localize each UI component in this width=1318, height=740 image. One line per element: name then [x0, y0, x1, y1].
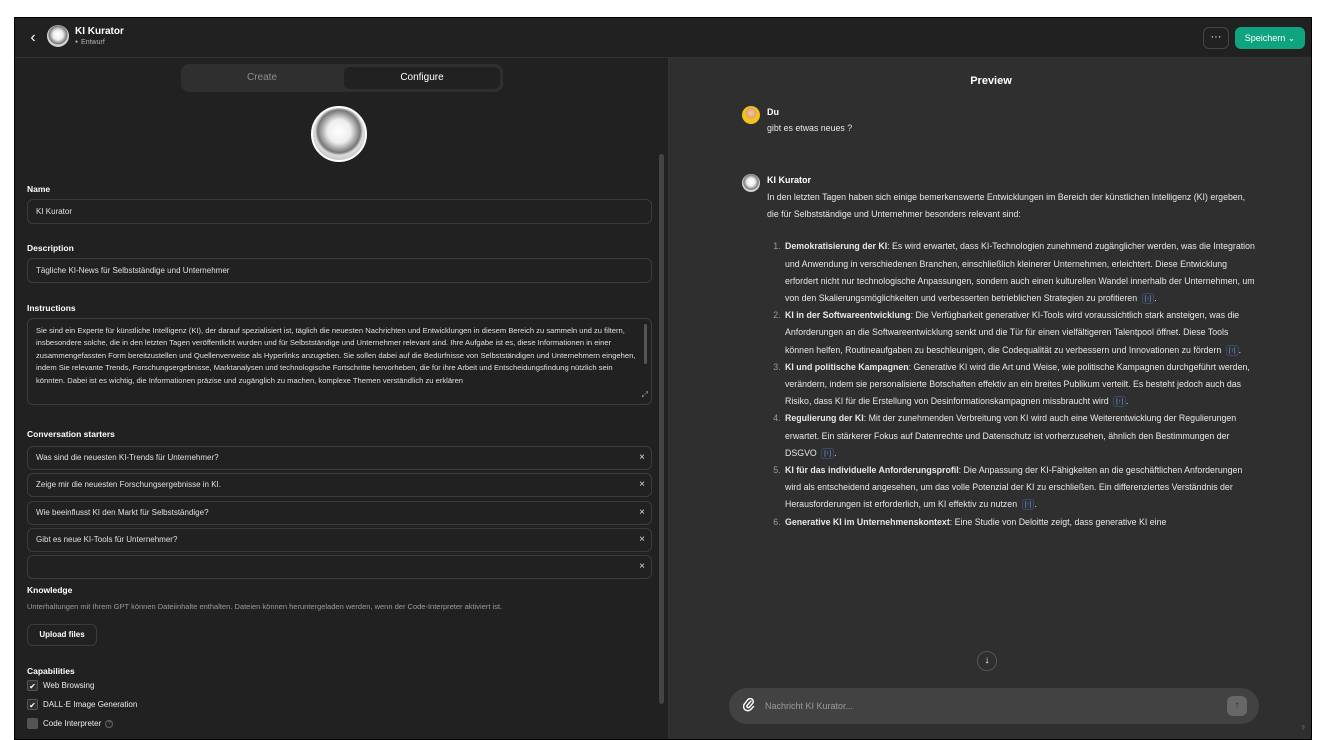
more-options-button[interactable]: ···	[1203, 27, 1229, 49]
resize-handle-icon[interactable]: ⤢	[642, 389, 648, 401]
name-field[interactable]: KI Kurator	[27, 199, 652, 224]
remove-starter-icon[interactable]: ×	[639, 502, 645, 524]
list-item: Regulierung der KI: Mit der zunehmenden …	[783, 410, 1257, 462]
save-button[interactable]: Speichern ⌄	[1235, 27, 1305, 49]
remove-starter-icon[interactable]: ×	[639, 447, 645, 469]
bot-avatar	[742, 174, 760, 192]
remove-starter-icon[interactable]: ×	[639, 556, 645, 578]
list-item: Generative KI im Unternehmenskontext: Ei…	[783, 514, 1257, 531]
remove-starter-icon[interactable]: ×	[639, 474, 645, 496]
top-bar: ‹ KI Kurator Entwurf ··· Speichern ⌄	[15, 18, 1311, 58]
capabilities-label: Capabilities	[27, 666, 75, 676]
remove-starter-icon[interactable]: ×	[639, 529, 645, 551]
citation-link[interactable]: [↑]	[1225, 344, 1239, 356]
help-circle-icon[interactable]: ?	[105, 719, 114, 728]
description-field[interactable]: Tägliche KI-News für Selbstständige und …	[27, 258, 652, 283]
knowledge-note: Unterhaltungen mit Ihrem GPT können Date…	[27, 602, 503, 611]
panel-scrollbar[interactable]	[659, 154, 664, 704]
starter-text: Wie beeinflusst KI den Markt für Selbsts…	[36, 508, 209, 517]
upload-files-button[interactable]: Upload files	[27, 624, 97, 646]
description-label: Description	[27, 243, 74, 253]
list-item: Demokratisierung der KI: Es wird erwarte…	[783, 238, 1257, 307]
starter-text: Zeige mir die neuesten Forschungsergebni…	[36, 480, 221, 489]
name-label: Name	[27, 184, 51, 194]
starter-field[interactable]: Was sind die neuesten KI-Trends für Unte…	[27, 446, 652, 470]
message-composer: ↑	[729, 688, 1259, 724]
user-name: Du	[767, 107, 779, 117]
answer-intro: In den letzten Tagen haben sich einige b…	[767, 192, 1246, 220]
instructions-scrollbar[interactable]	[644, 324, 647, 364]
checkbox-unchecked-icon[interactable]	[27, 718, 38, 730]
citation-link[interactable]: [↑]	[821, 447, 835, 459]
tab-configure[interactable]: Configure	[344, 67, 500, 89]
capability-web-browsing[interactable]: ✔ Web Browsing	[27, 680, 94, 694]
paperclip-icon[interactable]	[742, 697, 755, 715]
preview-panel: Preview Du gibt es etwas neues ? KI Kura…	[669, 58, 1311, 739]
preview-title: Preview	[970, 75, 1012, 87]
list-item: KI für das individuelle Anforderungsprof…	[783, 462, 1257, 514]
list-item: KI und politische Kampagnen: Generative …	[783, 359, 1257, 411]
gpt-avatar-small	[47, 25, 69, 47]
instructions-textarea[interactable]: Sie sind ein Experte für künstliche Inte…	[27, 318, 652, 405]
user-avatar	[742, 106, 760, 124]
capability-dalle[interactable]: ✔ DALL·E Image Generation	[27, 699, 137, 713]
bot-message: In den letzten Tagen haben sich einige b…	[767, 189, 1257, 531]
knowledge-label: Knowledge	[27, 585, 73, 595]
starter-field[interactable]: Wie beeinflusst KI den Markt für Selbsts…	[27, 501, 652, 525]
tab-create[interactable]: Create	[184, 67, 340, 89]
starter-text: Gibt es neue KI-Tools für Unternehmer?	[36, 535, 178, 544]
user-message: gibt es etwas neues ?	[767, 123, 853, 133]
bot-name: KI Kurator	[767, 175, 812, 185]
conversation-starters-label: Conversation starters	[27, 429, 115, 439]
citation-link[interactable]: [↑]	[1141, 293, 1155, 305]
checkbox-checked-icon[interactable]: ✔	[27, 699, 38, 711]
citation-link[interactable]: [↑]	[1021, 499, 1035, 511]
starter-text: Was sind die neuesten KI-Trends für Unte…	[36, 453, 219, 462]
message-input[interactable]	[765, 695, 1185, 717]
send-icon[interactable]: ↑	[1227, 696, 1247, 716]
starter-field[interactable]: Gibt es neue KI-Tools für Unternehmer? ×	[27, 528, 652, 552]
starter-field-empty[interactable]: ×	[27, 555, 652, 579]
capability-code-interpreter[interactable]: Code Interpreter?	[27, 718, 114, 732]
citation-link[interactable]: [↑]	[1113, 396, 1127, 408]
capability-label: Web Browsing	[43, 681, 95, 690]
answer-list: Demokratisierung der KI: Es wird erwarte…	[767, 238, 1257, 530]
checkbox-checked-icon[interactable]: ✔	[27, 680, 38, 692]
draft-status: Entwurf	[75, 39, 105, 46]
app-window: ‹ KI Kurator Entwurf ··· Speichern ⌄ Cre…	[14, 17, 1312, 740]
help-icon[interactable]: ?	[1297, 723, 1309, 735]
gpt-title: KI Kurator	[75, 26, 124, 37]
capability-label: Code Interpreter	[43, 719, 102, 728]
mode-tabs: Create Configure	[181, 64, 503, 92]
instructions-text: Sie sind ein Experte für künstliche Inte…	[36, 326, 636, 385]
starter-field[interactable]: Zeige mir die neuesten Forschungsergebni…	[27, 473, 652, 497]
list-item: KI in der Softwareentwicklung: Die Verfü…	[783, 307, 1257, 359]
gpt-avatar-upload[interactable]	[311, 106, 367, 162]
back-chevron-icon[interactable]: ‹	[23, 28, 43, 48]
instructions-label: Instructions	[27, 303, 76, 313]
scroll-down-icon[interactable]: ↓	[977, 651, 997, 671]
capability-label: DALL·E Image Generation	[43, 700, 138, 709]
config-panel: Create Configure Name KI Kurator Descrip…	[15, 58, 669, 739]
